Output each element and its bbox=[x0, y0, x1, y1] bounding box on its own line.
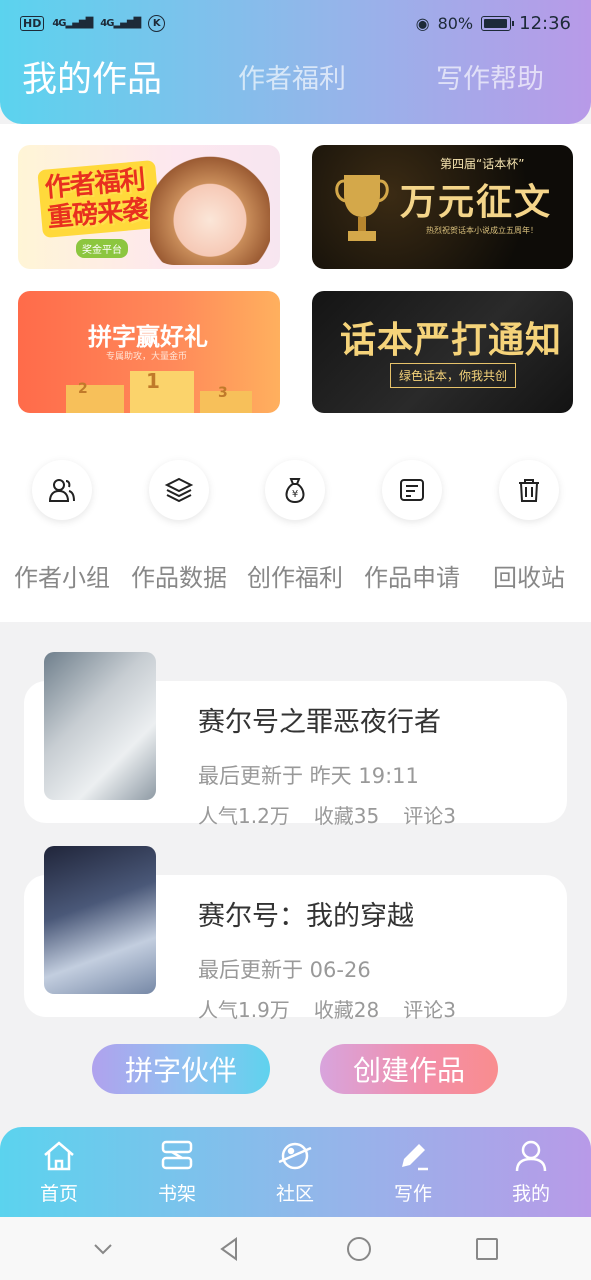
function-creation-benefits[interactable]: ¥ 创作福利 bbox=[237, 460, 353, 600]
podium-first: 1 bbox=[146, 369, 160, 393]
tab-writing-help[interactable]: 写作帮助 bbox=[436, 50, 544, 110]
nav-home[interactable]: 首页 bbox=[0, 1127, 118, 1217]
comments: 评论3 bbox=[403, 998, 456, 1022]
banner-crackdown-notice[interactable]: 话本严打通知 绿色话本，你我共创 bbox=[312, 291, 573, 413]
trophy-icon bbox=[335, 175, 389, 241]
clock: 12:36 bbox=[519, 12, 571, 34]
work-last-update: 最后更新于 昨天 19:11 bbox=[198, 764, 419, 788]
banner-subtitle: 第四届“话本杯” bbox=[440, 157, 525, 171]
popularity: 人气1.9万 bbox=[198, 998, 290, 1022]
anime-character-image bbox=[150, 153, 270, 265]
k-icon: K bbox=[148, 14, 166, 32]
banner-title: 拼字赢好礼 bbox=[88, 323, 208, 351]
banner-subtitle: 绿色话本，你我共创 bbox=[390, 363, 517, 388]
work-stats: 人气1.2万 收藏35 评论3 bbox=[198, 800, 456, 829]
layers-icon bbox=[149, 460, 209, 520]
favorites: 收藏35 bbox=[313, 804, 380, 828]
tab-my-works[interactable]: 我的作品 bbox=[22, 50, 162, 110]
book-cover-image[interactable] bbox=[44, 846, 156, 994]
function-label: 作品申请 bbox=[364, 564, 460, 592]
nav-bookshelf[interactable]: 书架 bbox=[118, 1127, 236, 1217]
work-title: 赛尔号：我的穿越 bbox=[198, 901, 414, 932]
signal-icon: 4G▂▄▆█ bbox=[100, 17, 141, 29]
nav-label: 写作 bbox=[393, 1183, 432, 1205]
work-title: 赛尔号之罪恶夜行者 bbox=[198, 707, 441, 738]
nav-label: 首页 bbox=[39, 1183, 78, 1205]
function-author-group[interactable]: 作者小组 bbox=[4, 460, 120, 600]
chevron-down-icon[interactable] bbox=[90, 1236, 116, 1262]
banner-title: 话本严打通知 bbox=[340, 320, 563, 361]
back-icon[interactable] bbox=[216, 1235, 244, 1263]
nav-label: 我的 bbox=[511, 1183, 550, 1205]
bookshelf-icon bbox=[118, 1137, 236, 1177]
signal-icon: 4G▂▄▆█ bbox=[52, 17, 93, 29]
banner-badge: 奖金平台 bbox=[76, 239, 128, 258]
nav-label: 社区 bbox=[275, 1183, 314, 1205]
function-label: 作品数据 bbox=[131, 564, 227, 592]
document-icon bbox=[382, 460, 442, 520]
nav-write[interactable]: 写作 bbox=[354, 1127, 472, 1217]
eye-icon: ◉ bbox=[415, 13, 430, 33]
banner-author-benefits[interactable]: 作者福利重磅来袭 奖金平台 bbox=[18, 145, 280, 269]
user-icon bbox=[472, 1137, 590, 1177]
signal-label: 4G bbox=[52, 17, 66, 29]
group-icon bbox=[32, 460, 92, 520]
banner-title: 万元征文 bbox=[400, 182, 553, 223]
banner-word-contest[interactable]: 拼字赢好礼 专属助攻，大量金币 2 1 3 bbox=[18, 291, 280, 413]
nav-community[interactable]: 社区 bbox=[236, 1127, 354, 1217]
banner-essay-contest[interactable]: 第四届“话本杯” 万元征文 热烈祝贺话本小说成立五周年！ bbox=[312, 145, 573, 269]
hd-indicator: HD bbox=[20, 15, 45, 31]
status-bar: HD 4G▂▄▆█ 4G▂▄▆█ K ◉ 80% 12:36 bbox=[0, 0, 591, 46]
podium-third: 3 bbox=[218, 385, 228, 401]
popularity: 人气1.2万 bbox=[198, 804, 290, 828]
banner-title: 作者福利重磅来袭 bbox=[37, 159, 161, 239]
planet-icon bbox=[236, 1137, 354, 1177]
book-cover-image[interactable] bbox=[44, 652, 156, 800]
nav-profile[interactable]: 我的 bbox=[472, 1127, 590, 1217]
signal-label: 4G bbox=[100, 17, 114, 29]
function-recycle-bin[interactable]: 回收站 bbox=[471, 460, 587, 600]
word-partner-button[interactable]: 拼字伙伴 bbox=[92, 1044, 270, 1094]
podium-second: 2 bbox=[78, 381, 88, 397]
home-icon bbox=[0, 1137, 118, 1177]
svg-text:¥: ¥ bbox=[292, 489, 298, 500]
create-work-button[interactable]: 创建作品 bbox=[320, 1044, 498, 1094]
function-work-application[interactable]: 作品申请 bbox=[354, 460, 470, 600]
pen-icon bbox=[354, 1137, 472, 1177]
nav-label: 书架 bbox=[157, 1183, 196, 1205]
tab-author-benefits[interactable]: 作者福利 bbox=[238, 50, 346, 110]
bottom-navigation: 首页 书架 社区 写作 我的 bbox=[0, 1127, 591, 1217]
money-bag-icon: ¥ bbox=[265, 460, 325, 520]
function-label: 作者小组 bbox=[14, 564, 110, 592]
battery-icon bbox=[481, 15, 515, 31]
work-stats: 人气1.9万 收藏28 评论3 bbox=[198, 994, 456, 1023]
function-label: 创作福利 bbox=[247, 564, 343, 592]
trash-icon bbox=[499, 460, 559, 520]
function-work-data[interactable]: 作品数据 bbox=[121, 460, 237, 600]
banner-small-text: 热烈祝贺话本小说成立五周年！ bbox=[426, 226, 538, 235]
battery-percent: 80% bbox=[437, 13, 474, 33]
recents-icon[interactable] bbox=[473, 1235, 501, 1263]
favorites: 收藏28 bbox=[313, 998, 380, 1022]
function-label: 回收站 bbox=[493, 564, 565, 592]
comments: 评论3 bbox=[403, 804, 456, 828]
home-circle-icon[interactable] bbox=[345, 1235, 373, 1263]
banner-subtitle: 专属助攻，大量金币 bbox=[106, 352, 188, 362]
work-last-update: 最后更新于 06-26 bbox=[198, 958, 371, 982]
header: HD 4G▂▄▆█ 4G▂▄▆█ K ◉ 80% 12:36 我的作品 作者福利… bbox=[0, 0, 591, 124]
system-navigation-bar bbox=[0, 1217, 591, 1280]
top-tabs: 我的作品 作者福利 写作帮助 bbox=[0, 50, 591, 110]
